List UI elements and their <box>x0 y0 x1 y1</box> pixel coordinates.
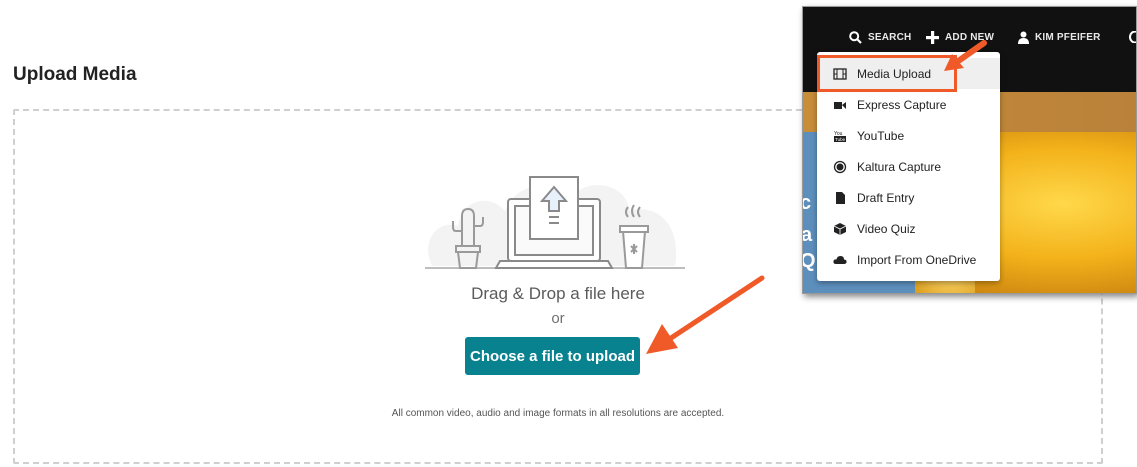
menu-item-label: Express Capture <box>857 97 947 112</box>
nav-overflow-icon[interactable] <box>1129 29 1136 45</box>
circle-icon <box>1129 31 1136 43</box>
search-icon <box>849 30 862 44</box>
svg-text:Tube: Tube <box>835 137 846 142</box>
hero-letter: c <box>803 192 811 215</box>
menu-item-draft-entry[interactable]: Draft Entry <box>817 182 1000 213</box>
or-text: or <box>551 310 565 327</box>
nav-search[interactable]: SEARCH <box>849 29 911 45</box>
nav-user-label: KIM PFEIFER <box>1035 31 1101 43</box>
menu-item-label: Kaltura Capture <box>857 159 942 174</box>
menu-item-express-capture[interactable]: Express Capture <box>817 89 1000 120</box>
youtube-icon: You Tube <box>834 131 846 142</box>
menu-item-label: Video Quiz <box>857 221 916 236</box>
annotation-arrow-icon <box>646 275 765 354</box>
record-icon <box>833 160 847 173</box>
hero-letter: Q <box>803 250 816 273</box>
menu-item-label: Import From OneDrive <box>857 252 977 267</box>
annotation-arrow-icon <box>944 40 987 71</box>
menu-item-video-quiz[interactable]: Video Quiz <box>817 213 1000 244</box>
media-upload-highlight-box <box>817 55 957 92</box>
nav-user[interactable]: KIM PFEIFER <box>1018 29 1101 45</box>
menu-item-import-onedrive[interactable]: Import From OneDrive <box>817 244 1000 275</box>
video-camera-icon <box>834 101 846 109</box>
plus-icon <box>926 30 939 44</box>
menu-item-label: Draft Entry <box>857 190 915 205</box>
menu-item-youtube[interactable]: You Tube YouTube <box>817 120 1000 151</box>
upload-illustration <box>425 176 685 269</box>
menu-item-label: YouTube <box>857 128 905 143</box>
page-title: Upload Media <box>13 64 137 85</box>
cloud-icon <box>833 255 847 264</box>
cube-icon <box>833 222 847 235</box>
nav-search-label: SEARCH <box>868 31 912 43</box>
choose-file-button[interactable]: Choose a file to upload <box>465 337 640 375</box>
file-icon <box>836 191 845 204</box>
hero-letter: a <box>802 224 813 246</box>
upload-media-page: Upload Media Drag & Drop a file here or … <box>0 0 1137 467</box>
user-icon <box>1018 31 1029 44</box>
document-upload-icon <box>529 176 579 240</box>
accepted-formats-text: All common video, audio and image format… <box>391 408 725 419</box>
menu-item-kaltura-capture[interactable]: Kaltura Capture <box>817 151 1000 182</box>
